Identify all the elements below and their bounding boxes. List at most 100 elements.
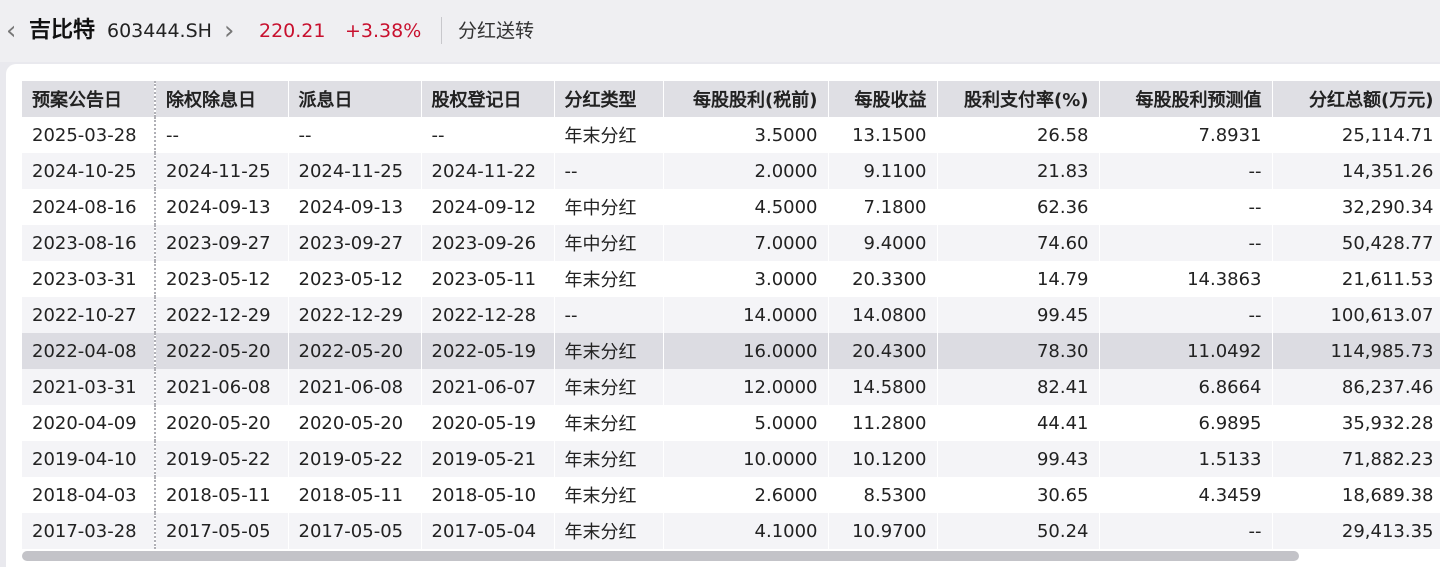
horizontal-scrollbar[interactable]: [22, 549, 1440, 563]
cell-pay-date: 2022-12-29: [288, 297, 422, 333]
cell-dps-forecast: 11.0492: [1099, 333, 1273, 369]
header-divider: [441, 17, 442, 44]
col-header-pay-date[interactable]: 派息日: [288, 81, 422, 117]
cell-payout-ratio: 50.24: [937, 513, 1100, 549]
cell-dividend-type: 年末分红: [554, 117, 664, 153]
cell-dps-forecast: 14.3863: [1099, 261, 1273, 297]
cell-pay-date: 2018-05-11: [288, 477, 422, 513]
table-row[interactable]: 2021-03-31 2021-06-08 2021-06-08 2021-06-07…: [22, 369, 1440, 405]
cell-eps: 7.1800: [828, 189, 938, 225]
dividend-table: 预案公告日 除权除息日 派息日 股权登记日 分红类型 每股股利(税前) 每股收益…: [22, 81, 1440, 549]
cell-pay-date: 2019-05-22: [288, 441, 422, 477]
table-row[interactable]: 2023-03-31 2023-05-12 2023-05-12 2023-05-11…: [22, 261, 1440, 297]
col-header-total-dividend[interactable]: 分红总额(万元): [1272, 81, 1440, 117]
cell-ex-date: 2023-05-12: [155, 261, 289, 297]
cell-eps: 20.4300: [828, 333, 938, 369]
cell-announce-date: 2025-03-28: [22, 117, 156, 153]
cell-total-dividend: 35,932.28: [1272, 405, 1440, 441]
cell-record-date: 2017-05-04: [421, 513, 555, 549]
cell-dps-forecast: --: [1099, 225, 1273, 261]
table-row[interactable]: 2020-04-09 2020-05-20 2020-05-20 2020-05-19…: [22, 405, 1440, 441]
col-header-record-date[interactable]: 股权登记日: [421, 81, 555, 117]
cell-dps-forecast: 1.5133: [1099, 441, 1273, 477]
cell-announce-date: 2020-04-09: [22, 405, 156, 441]
table-row[interactable]: 2024-10-25 2024-11-25 2024-11-25 2024-11-22…: [22, 153, 1440, 189]
cell-eps: 10.1200: [828, 441, 938, 477]
cell-record-date: 2019-05-21: [421, 441, 555, 477]
cell-ex-date: 2024-09-13: [155, 189, 289, 225]
cell-dividend-type: 年末分红: [554, 513, 664, 549]
cell-eps: 9.1100: [828, 153, 938, 189]
cell-payout-ratio: 30.65: [937, 477, 1100, 513]
cell-record-date: --: [421, 117, 555, 153]
cell-total-dividend: 100,613.07: [1272, 297, 1440, 333]
cell-announce-date: 2022-04-08: [22, 333, 156, 369]
cell-pay-date: 2017-05-05: [288, 513, 422, 549]
table-row[interactable]: 2018-04-03 2018-05-11 2018-05-11 2018-05-10…: [22, 477, 1440, 513]
cell-dps-forecast: --: [1099, 153, 1273, 189]
col-header-dps-forecast[interactable]: 每股股利预测值: [1099, 81, 1273, 117]
cell-eps: 14.0800: [828, 297, 938, 333]
cell-eps: 8.5300: [828, 477, 938, 513]
cell-announce-date: 2023-08-16: [22, 225, 156, 261]
col-header-ex-date[interactable]: 除权除息日: [155, 81, 289, 117]
cell-announce-date: 2023-03-31: [22, 261, 156, 297]
cell-record-date: 2024-11-22: [421, 153, 555, 189]
cell-eps: 10.9700: [828, 513, 938, 549]
cell-dps-forecast: --: [1099, 189, 1273, 225]
cell-announce-date: 2019-04-10: [22, 441, 156, 477]
col-header-payout-ratio[interactable]: 股利支付率(%): [937, 81, 1100, 117]
cell-ex-date: 2017-05-05: [155, 513, 289, 549]
dividend-panel: 预案公告日 除权除息日 派息日 股权登记日 分红类型 每股股利(税前) 每股收益…: [6, 64, 1440, 567]
cell-total-dividend: 71,882.23: [1272, 441, 1440, 477]
table-row[interactable]: 2023-08-16 2023-09-27 2023-09-27 2023-09-26…: [22, 225, 1440, 261]
table-row[interactable]: 2019-04-10 2019-05-22 2019-05-22 2019-05-21…: [22, 441, 1440, 477]
cell-total-dividend: 14,351.26: [1272, 153, 1440, 189]
cell-dividend-type: 年末分红: [554, 261, 664, 297]
cell-total-dividend: 18,689.38: [1272, 477, 1440, 513]
price-change: +3.38%: [345, 20, 422, 42]
table-row[interactable]: 2022-10-27 2022-12-29 2022-12-29 2022-12-28…: [22, 297, 1440, 333]
cell-eps: 9.4000: [828, 225, 938, 261]
col-header-eps[interactable]: 每股收益: [828, 81, 938, 117]
cell-dps: 3.5000: [663, 117, 829, 153]
cell-pay-date: 2021-06-08: [288, 369, 422, 405]
stock-price: 220.21: [259, 20, 326, 42]
cell-eps: 11.2800: [828, 405, 938, 441]
cell-ex-date: 2019-05-22: [155, 441, 289, 477]
cell-dps: 3.0000: [663, 261, 829, 297]
cell-payout-ratio: 99.45: [937, 297, 1100, 333]
cell-payout-ratio: 26.58: [937, 117, 1100, 153]
cell-dividend-type: 年中分红: [554, 189, 664, 225]
cell-total-dividend: 29,413.35: [1272, 513, 1440, 549]
cell-eps: 13.1500: [828, 117, 938, 153]
cell-ex-date: 2023-09-27: [155, 225, 289, 261]
cell-dps-forecast: 6.9895: [1099, 405, 1273, 441]
cell-record-date: 2018-05-10: [421, 477, 555, 513]
cell-dps-forecast: --: [1099, 513, 1273, 549]
table-row[interactable]: 2017-03-28 2017-05-05 2017-05-05 2017-05-04…: [22, 513, 1440, 549]
table-row[interactable]: 2025-03-28 -- -- -- 年末分红 3.5000 13.1500 26.58 7.…: [22, 117, 1440, 153]
cell-dps: 12.0000: [663, 369, 829, 405]
cell-payout-ratio: 99.43: [937, 441, 1100, 477]
cell-record-date: 2021-06-07: [421, 369, 555, 405]
scrollbar-thumb[interactable]: [22, 551, 1299, 561]
table-header-row: 预案公告日 除权除息日 派息日 股权登记日 分红类型 每股股利(税前) 每股收益…: [22, 81, 1440, 117]
cell-announce-date: 2024-08-16: [22, 189, 156, 225]
cell-pay-date: 2024-11-25: [288, 153, 422, 189]
col-header-dps[interactable]: 每股股利(税前): [663, 81, 829, 117]
cell-announce-date: 2018-04-03: [22, 477, 156, 513]
cell-dividend-type: 年末分红: [554, 477, 664, 513]
cell-dps-forecast: 4.3459: [1099, 477, 1273, 513]
cell-pay-date: 2024-09-13: [288, 189, 422, 225]
cell-announce-date: 2017-03-28: [22, 513, 156, 549]
chevron-left-icon[interactable]: ‹: [6, 0, 20, 62]
cell-eps: 14.5800: [828, 369, 938, 405]
chevron-right-icon[interactable]: ›: [224, 0, 238, 62]
table-row[interactable]: 2022-04-08 2022-05-20 2022-05-20 2022-05-19…: [22, 333, 1440, 369]
col-header-dividend-type[interactable]: 分红类型: [554, 81, 664, 117]
cell-total-dividend: 32,290.34: [1272, 189, 1440, 225]
cell-dps: 14.0000: [663, 297, 829, 333]
col-header-announce-date[interactable]: 预案公告日: [22, 81, 156, 117]
table-row[interactable]: 2024-08-16 2024-09-13 2024-09-13 2024-09-12…: [22, 189, 1440, 225]
